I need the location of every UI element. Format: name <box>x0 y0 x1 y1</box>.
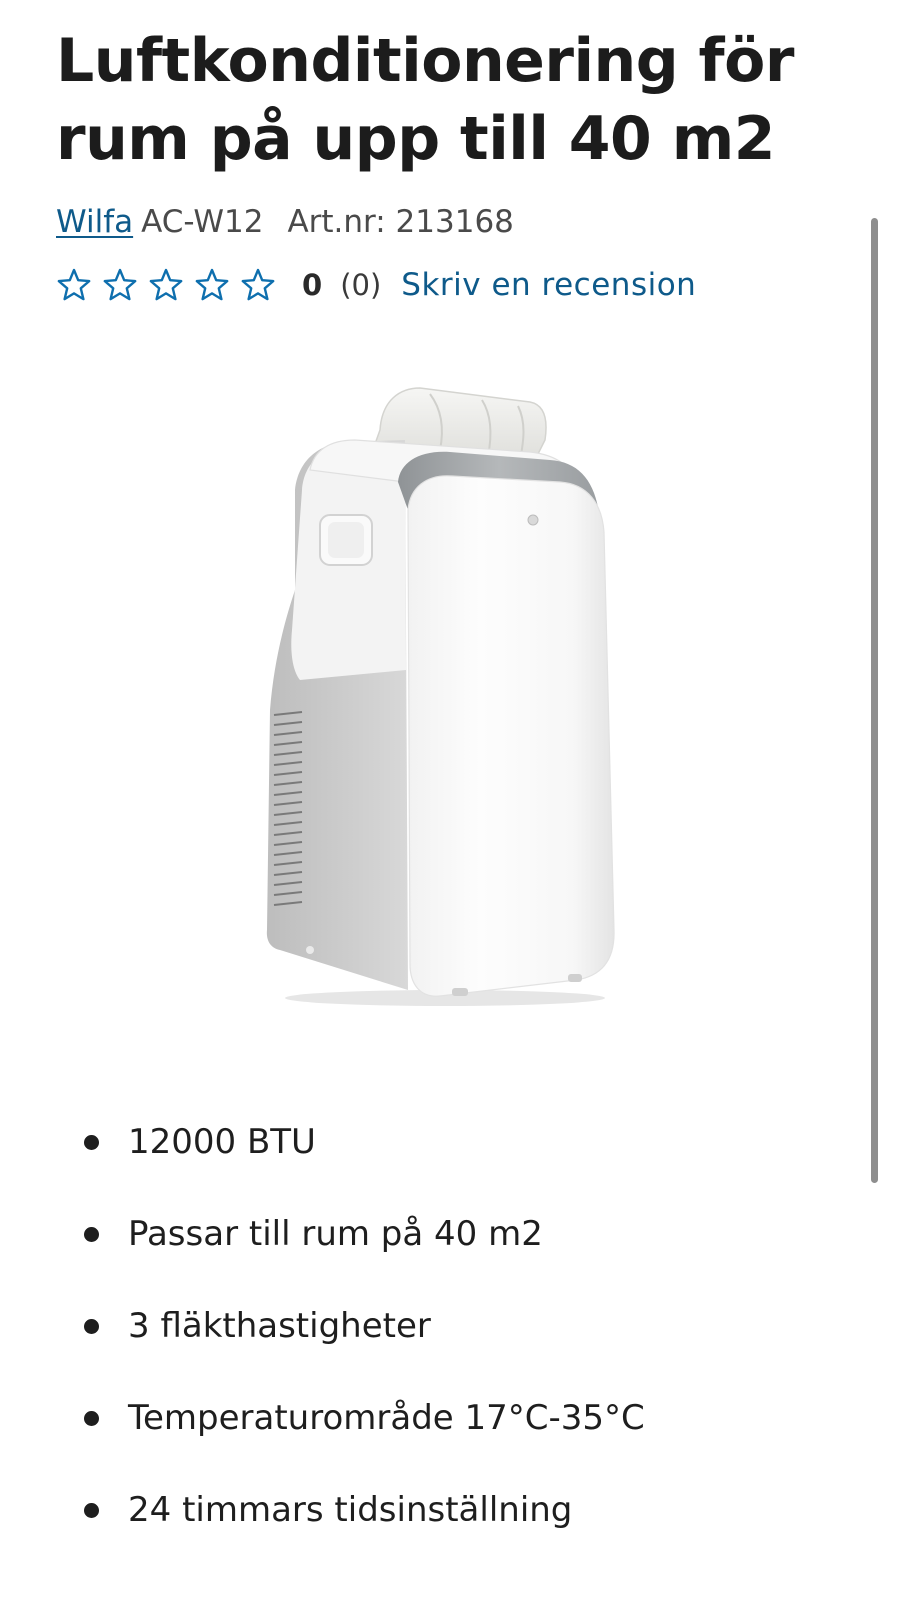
rating-row: 0 (0) Skriv en recension <box>56 262 696 308</box>
feature-list: 12000 BTU Passar till rum på 40 m2 3 flä… <box>80 1110 645 1570</box>
feature-text: 12000 BTU <box>128 1122 316 1162</box>
portable-air-conditioner-icon <box>266 387 615 1006</box>
rating-value: 0 <box>302 268 323 302</box>
model-number: AC-W12 <box>141 204 264 240</box>
feature-text: Temperaturområde 17°C-35°C <box>128 1398 645 1438</box>
write-review-link[interactable]: Skriv en recension <box>401 267 696 303</box>
feature-text: Passar till rum på 40 m2 <box>128 1214 543 1254</box>
bullet-icon <box>84 1227 99 1242</box>
star-icon <box>56 267 92 303</box>
bullet-icon <box>84 1135 99 1150</box>
product-image[interactable] <box>230 370 670 1050</box>
list-item: Temperaturområde 17°C-35°C <box>80 1386 645 1478</box>
bullet-icon <box>84 1503 99 1518</box>
bullet-icon <box>84 1411 99 1426</box>
product-title: Luftkonditionering för rum på upp till 4… <box>56 26 794 174</box>
star-icon <box>102 267 138 303</box>
bullet-icon <box>84 1319 99 1334</box>
article-number: Art.nr: 213168 <box>287 204 514 240</box>
list-item: 24 timmars tidsinställning <box>80 1478 645 1570</box>
feature-text: 3 fläkthastigheter <box>128 1306 431 1346</box>
list-item: Passar till rum på 40 m2 <box>80 1202 645 1294</box>
star-icon <box>240 267 276 303</box>
review-count: (0) <box>340 268 382 302</box>
feature-text: 24 timmars tidsinställning <box>128 1490 573 1530</box>
brand-link[interactable]: Wilfa <box>56 204 133 240</box>
star-icon <box>194 267 230 303</box>
star-icon <box>148 267 184 303</box>
list-item: 3 fläkthastigheter <box>80 1294 645 1386</box>
scrollbar[interactable] <box>871 218 878 1183</box>
product-meta: Wilfa AC-W12 Art.nr: 213168 <box>56 200 514 244</box>
list-item: 12000 BTU <box>80 1110 645 1202</box>
star-rating[interactable] <box>56 267 286 303</box>
